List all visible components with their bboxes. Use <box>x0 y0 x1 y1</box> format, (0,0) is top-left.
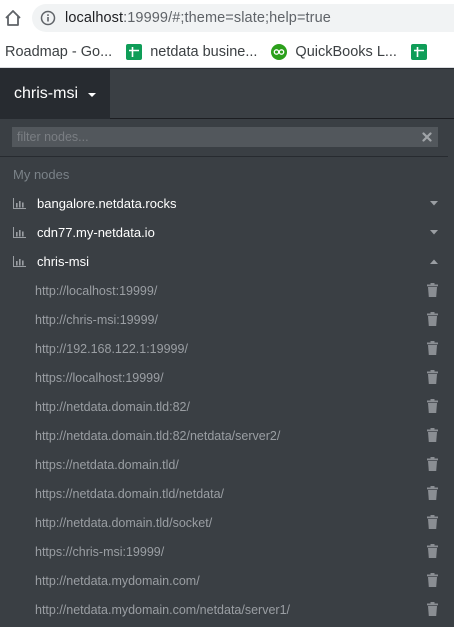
node-url-item[interactable]: http://netdata.domain.tld/socket/ <box>0 508 448 537</box>
node-url-item[interactable]: http://netdata.domain.tld:82/netdata/ser… <box>0 421 448 450</box>
trash-icon[interactable] <box>427 341 438 355</box>
divider <box>0 156 448 157</box>
trash-icon[interactable] <box>427 457 438 471</box>
node-url-item[interactable]: http://netdata.mydomain.com/ <box>0 566 448 595</box>
bookmark-label: netdata busine... <box>150 43 258 60</box>
sheets-icon <box>410 43 427 60</box>
chevron-down-icon[interactable] <box>430 230 438 235</box>
trash-icon[interactable] <box>427 515 438 529</box>
node-name: cdn77.my-netdata.io <box>37 225 155 240</box>
bookmarks-bar: Roadmap - Go... netdata busine... QuickB… <box>0 36 454 68</box>
trash-icon[interactable] <box>427 283 438 297</box>
home-icon[interactable] <box>2 7 24 29</box>
chevron-down-icon[interactable] <box>430 201 438 206</box>
node-url-text: https://localhost:19999/ <box>35 370 164 385</box>
browser-address-bar: localhost:19999/#;theme=slate;help=true <box>0 0 454 36</box>
node-url-text: http://netdata.mydomain.com/ <box>35 573 200 588</box>
node-item-chris-msi[interactable]: chris-msi <box>0 247 448 276</box>
node-name: chris-msi <box>37 254 89 269</box>
bookmark-roadmap[interactable]: Roadmap - Go... <box>5 44 112 60</box>
node-url-item[interactable]: http://localhost:19999/ <box>0 276 448 305</box>
filter-nodes-box <box>12 127 438 147</box>
url-field[interactable]: localhost:19999/#;theme=slate;help=true <box>32 4 454 32</box>
bookmark-label: Roadmap - Go... <box>5 43 113 60</box>
node-item-bangalore[interactable]: bangalore.netdata.rocks <box>0 189 448 218</box>
trash-icon[interactable] <box>427 486 438 500</box>
bookmark-overflow[interactable] <box>410 43 435 60</box>
node-url-text: http://chris-msi:19999/ <box>35 312 158 327</box>
node-url-text: https://chris-msi:19999/ <box>35 544 165 559</box>
bookmark-label: QuickBooks L... <box>295 43 397 60</box>
navbar: chris-msi <box>0 69 454 119</box>
trash-icon[interactable] <box>427 370 438 384</box>
node-url-text: http://netdata.domain.tld:82/ <box>35 399 190 414</box>
netdata-app: chris-msi My nodes bangalore.netdata.roc… <box>0 69 454 627</box>
area-chart-icon <box>13 198 26 209</box>
url-path: :19999/#;theme=slate;help=true <box>123 10 331 26</box>
trash-icon[interactable] <box>427 312 438 326</box>
clear-filter-icon[interactable] <box>420 129 434 145</box>
node-url-text: https://netdata.domain.tld/ <box>35 457 179 472</box>
node-selector-button[interactable]: chris-msi <box>0 69 110 119</box>
nodes-dropdown-menu: My nodes bangalore.netdata.rocks cdn77.m… <box>0 119 448 627</box>
site-info-icon[interactable] <box>40 10 56 26</box>
node-url-item[interactable]: http://netdata.mydomain.com/netdata/serv… <box>0 595 448 624</box>
node-url-text: http://localhost:19999/ <box>35 283 158 298</box>
current-node-name: chris-msi <box>14 85 78 102</box>
node-url-item[interactable]: http://192.168.122.1:19999/ <box>0 334 448 363</box>
page-background-edge <box>448 119 454 627</box>
trash-icon[interactable] <box>427 428 438 442</box>
chevron-up-icon[interactable] <box>430 259 438 264</box>
node-url-item[interactable]: https://netdata.domain.tld/ <box>0 450 448 479</box>
node-url-text: http://netdata.domain.tld/socket/ <box>35 515 213 530</box>
area-chart-icon <box>13 256 26 267</box>
node-url-text: http://netdata.domain.tld:82/netdata/ser… <box>35 428 281 443</box>
node-url-item[interactable]: https://chris-msi:19999/ <box>0 537 448 566</box>
filter-nodes-input[interactable] <box>12 127 438 147</box>
node-name: bangalore.netdata.rocks <box>37 196 177 211</box>
node-url-text: http://192.168.122.1:19999/ <box>35 341 188 356</box>
node-item-cdn77[interactable]: cdn77.my-netdata.io <box>0 218 448 247</box>
bookmark-netdata-business[interactable]: netdata busine... <box>126 43 258 60</box>
url-text: localhost:19999/#;theme=slate;help=true <box>65 10 331 26</box>
url-host: localhost <box>65 10 124 26</box>
sheets-icon <box>126 43 143 60</box>
node-url-text: http://netdata.mydomain.com/netdata/serv… <box>35 602 290 617</box>
area-chart-icon <box>13 227 26 238</box>
quickbooks-icon <box>271 43 288 60</box>
node-url-item[interactable]: http://chris-msi:19999/ <box>0 305 448 334</box>
node-url-item[interactable]: https://netdata.domain.tld/netdata/ <box>0 479 448 508</box>
trash-icon[interactable] <box>427 573 438 587</box>
trash-icon[interactable] <box>427 544 438 558</box>
node-url-item[interactable]: https://localhost:19999/ <box>0 363 448 392</box>
trash-icon[interactable] <box>427 399 438 413</box>
node-url-text: https://netdata.domain.tld/netdata/ <box>35 486 225 501</box>
node-url-item[interactable]: http://netdata.domain.tld:82/ <box>0 392 448 421</box>
caret-down-icon <box>88 93 96 97</box>
my-nodes-header: My nodes <box>13 167 70 182</box>
bookmark-quickbooks[interactable]: QuickBooks L... <box>271 43 397 60</box>
trash-icon[interactable] <box>427 602 438 616</box>
